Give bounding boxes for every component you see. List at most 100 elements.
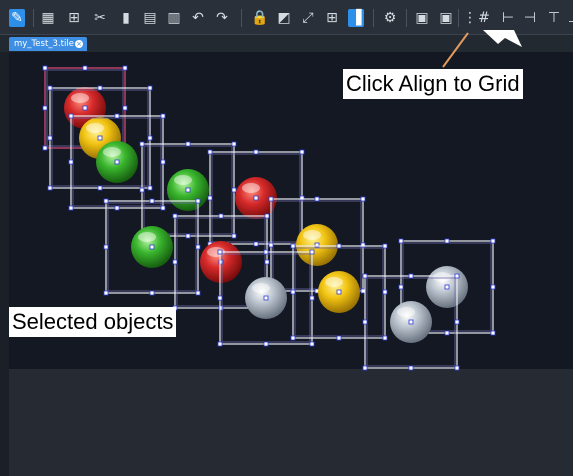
resize-handle[interactable] [217,341,223,347]
resize-handle[interactable] [114,159,120,165]
resize-handle[interactable] [290,289,296,295]
selected-object-red[interactable] [207,149,305,247]
resize-handle[interactable] [147,185,153,191]
resize-handle[interactable] [268,242,274,248]
resize-handle[interactable] [42,105,48,111]
resize-handle[interactable] [218,213,224,219]
resize-handle[interactable] [263,249,269,255]
resize-handle[interactable] [149,290,155,296]
resize-handle[interactable] [185,187,191,193]
resize-handle[interactable] [444,238,450,244]
resize-handle[interactable] [490,284,496,290]
resize-handle[interactable] [253,149,259,155]
resize-handle[interactable] [195,198,201,204]
resize-handle[interactable] [309,341,315,347]
resize-handle[interactable] [195,244,201,250]
resize-handle[interactable] [42,65,48,71]
resize-handle[interactable] [362,319,368,325]
resize-handle[interactable] [336,289,342,295]
resize-handle[interactable] [253,241,259,247]
resize-handle[interactable] [309,249,315,255]
annotation-align-to-grid: Click Align to Grid [343,69,523,99]
resize-handle[interactable] [408,319,414,325]
resize-handle[interactable] [185,233,191,239]
resize-handle[interactable] [398,238,404,244]
resize-handle[interactable] [290,335,296,341]
resize-handle[interactable] [97,85,103,91]
resize-handle[interactable] [149,198,155,204]
resize-handle[interactable] [217,295,223,301]
resize-handle[interactable] [264,213,270,219]
resize-handle[interactable] [299,149,305,155]
resize-handle[interactable] [122,65,128,71]
resize-handle[interactable] [454,365,460,371]
resize-handle[interactable] [82,105,88,111]
resize-handle[interactable] [360,196,366,202]
resize-handle[interactable] [382,243,388,249]
resize-handle[interactable] [160,113,166,119]
resize-handle[interactable] [217,249,223,255]
resize-handle[interactable] [207,195,213,201]
resize-handle[interactable] [103,198,109,204]
resize-handle[interactable] [122,105,128,111]
resize-handle[interactable] [309,295,315,301]
resize-handle[interactable] [147,135,153,141]
resize-handle[interactable] [149,244,155,250]
resize-handle[interactable] [382,335,388,341]
resize-handle[interactable] [231,141,237,147]
selected-object-green[interactable] [103,198,201,296]
resize-handle[interactable] [362,273,368,279]
resize-handle[interactable] [454,319,460,325]
resize-handle[interactable] [336,243,342,249]
resize-handle[interactable] [454,273,460,279]
resize-handle[interactable] [444,284,450,290]
resize-handle[interactable] [68,205,74,211]
resize-handle[interactable] [139,187,145,193]
resize-handle[interactable] [253,195,259,201]
resize-handle[interactable] [290,243,296,249]
resize-handle[interactable] [114,113,120,119]
resize-handle[interactable] [264,259,270,265]
resize-handle[interactable] [490,238,496,244]
resize-handle[interactable] [68,159,74,165]
resize-handle[interactable] [42,145,48,151]
resize-handle[interactable] [207,149,213,155]
resize-handle[interactable] [362,365,368,371]
resize-handle[interactable] [263,295,269,301]
resize-handle[interactable] [408,365,414,371]
resize-handle[interactable] [160,205,166,211]
resize-handle[interactable] [195,290,201,296]
resize-handle[interactable] [47,85,53,91]
resize-handle[interactable] [408,273,414,279]
resize-handle[interactable] [231,233,237,239]
resize-handle[interactable] [185,141,191,147]
resize-handle[interactable] [360,288,366,294]
resize-handle[interactable] [47,185,53,191]
resize-handle[interactable] [336,335,342,341]
resize-handle[interactable] [114,205,120,211]
resize-handle[interactable] [172,213,178,219]
resize-handle[interactable] [47,135,53,141]
ball-highlight [252,283,270,293]
resize-handle[interactable] [147,85,153,91]
resize-handle[interactable] [314,196,320,202]
resize-handle[interactable] [490,330,496,336]
resize-handle[interactable] [263,341,269,347]
resize-handle[interactable] [103,290,109,296]
resize-handle[interactable] [160,159,166,165]
resize-handle[interactable] [382,289,388,295]
resize-handle[interactable] [139,141,145,147]
ball-highlight [174,175,192,185]
resize-handle[interactable] [231,187,237,193]
resize-handle[interactable] [68,113,74,119]
resize-handle[interactable] [444,330,450,336]
resize-handle[interactable] [268,196,274,202]
resize-handle[interactable] [97,185,103,191]
resize-handle[interactable] [172,259,178,265]
resize-handle[interactable] [82,65,88,71]
selected-object-green[interactable] [139,141,237,239]
resize-handle[interactable] [103,244,109,250]
resize-handle[interactable] [97,135,103,141]
ball-highlight [71,93,89,103]
resize-handle[interactable] [398,284,404,290]
